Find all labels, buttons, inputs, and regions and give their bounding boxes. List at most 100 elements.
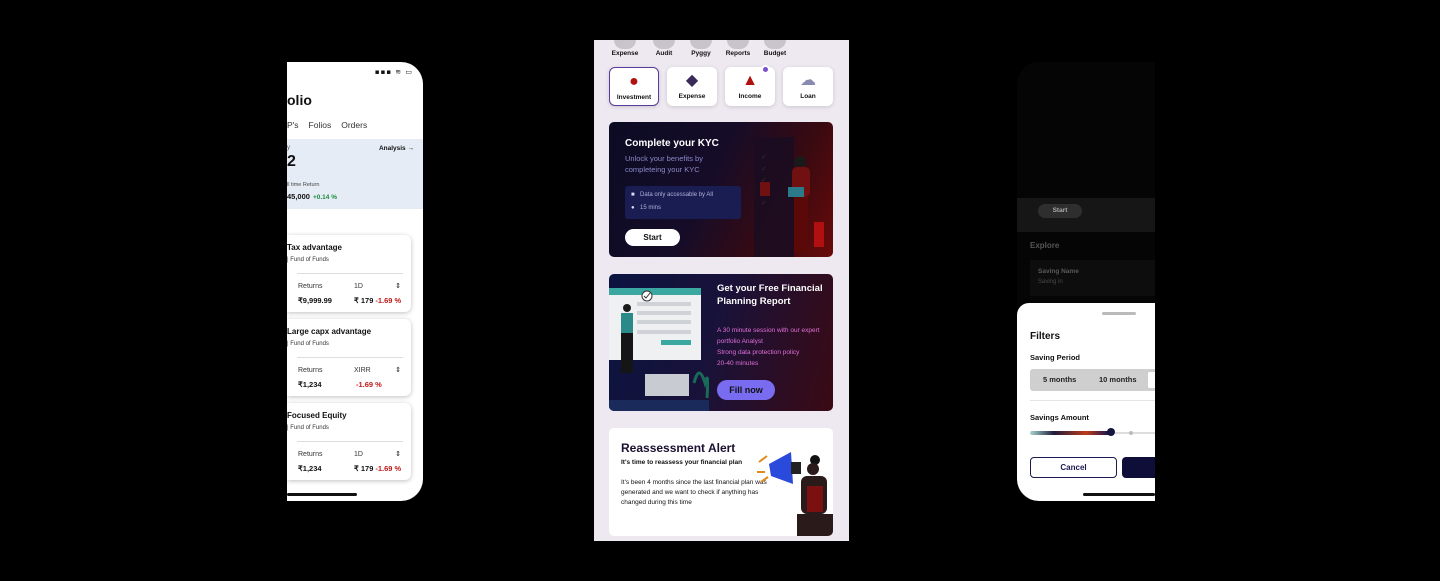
returns-value: ₹9,999.99	[298, 296, 332, 305]
category-investment[interactable]: ● Investment	[609, 67, 659, 106]
reassessment-subtitle: It's time to reassess your financial pla…	[621, 459, 743, 466]
fund-name: Focused Equity	[287, 411, 347, 420]
kyc-start-button[interactable]: Start	[625, 229, 680, 246]
nav-reports[interactable]: Reports	[720, 40, 756, 57]
clock-icon: ●	[631, 205, 635, 211]
kyc-title: Complete your KYC	[625, 138, 719, 149]
returns-label: Returns	[298, 451, 323, 458]
returns-label: Returns	[298, 367, 323, 374]
home-indicator	[1083, 493, 1155, 496]
financial-plan-illustration	[609, 288, 709, 411]
saving-sub: Saving in	[1038, 279, 1063, 285]
saving-card-dimmed: Saving Name Saving in	[1030, 260, 1155, 296]
analysis-link[interactable]: Analysis →	[379, 145, 414, 152]
tab-folios[interactable]: Folios	[309, 120, 332, 130]
fund-card[interactable]: Large capx advantage | Fund of Funds Ret…	[287, 319, 411, 396]
fund-card[interactable]: Tax advantage | Fund of Funds Returns 1D…	[287, 235, 411, 312]
kyc-info-text: Data only accessable by All	[640, 192, 714, 198]
notification-badge	[761, 65, 770, 74]
financial-plan-card: Get your Free Financial Planning Report …	[609, 274, 833, 411]
nav-pyggy[interactable]: Pyggy	[683, 40, 719, 57]
category-label: Loan	[800, 93, 816, 100]
period-value: ₹ 179 -1.69 %	[354, 464, 401, 473]
alltime-return-value: 45,000 +0.14 %	[287, 192, 337, 201]
sort-icon[interactable]: ⇕	[395, 450, 401, 458]
fund-name: Large capx advantage	[287, 327, 372, 336]
divider	[297, 357, 403, 358]
arrow-right-icon: →	[407, 145, 415, 152]
sort-icon[interactable]: ⇕	[395, 366, 401, 374]
pyggy-nav-icon	[690, 40, 712, 49]
savings-amount-label: Savings Amount	[1030, 413, 1089, 422]
fund-card[interactable]: Focused Equity | Fund of Funds Returns 1…	[287, 403, 411, 480]
dimmed-card	[1017, 198, 1155, 232]
period-label: XIRR	[354, 367, 371, 374]
category-label: Investment	[616, 94, 652, 101]
category-expense[interactable]: ◆ Expense	[667, 67, 717, 106]
budget-nav-icon	[764, 40, 786, 49]
top-nav: Expense Audit Pyggy Reports Budget	[594, 40, 849, 60]
right-phone-screen: Start Explore Saving Name Saving in Filt…	[1017, 62, 1155, 501]
period-option[interactable]: 5 months	[1043, 369, 1076, 391]
expense-icon: ◆	[685, 72, 699, 89]
nav-audit[interactable]: Audit	[646, 40, 682, 57]
slider-step-dot	[1129, 431, 1133, 435]
kyc-info-box: ■ Data only accessable by All ● 15 mins	[625, 186, 741, 219]
reassessment-title: Reassessment Alert	[621, 441, 736, 455]
fund-name: Tax advantage	[287, 243, 342, 252]
filters-title: Filters	[1030, 331, 1061, 342]
period-option-selected[interactable]	[1148, 372, 1155, 388]
portfolio-value: 2	[287, 153, 296, 170]
period-change: -1.69 %	[375, 296, 402, 305]
apply-button[interactable]	[1122, 457, 1155, 478]
investment-icon: ●	[629, 73, 639, 90]
period-change: -1.69 %	[356, 380, 382, 389]
left-phone-screen: ▪▪▪ ≋ ▭ olio P's Folios Orders y Analysi…	[287, 62, 423, 501]
home-indicator	[287, 493, 357, 496]
tab-sips[interactable]: P's	[287, 120, 299, 130]
start-button-dimmed: Start	[1038, 204, 1082, 218]
return-change: +0.14 %	[312, 194, 337, 201]
slider-handle[interactable]	[1107, 428, 1115, 436]
category-loan[interactable]: ☁ Loan	[783, 67, 833, 106]
megaphone-illustration	[757, 452, 833, 536]
nav-budget[interactable]: Budget	[757, 40, 793, 57]
nav-expense[interactable]: Expense	[607, 40, 643, 57]
divider	[297, 273, 403, 274]
analysis-label: Analysis	[378, 145, 406, 152]
tab-orders[interactable]: Orders	[341, 120, 367, 130]
category-label: Income	[738, 93, 762, 100]
period-label: 1D	[354, 283, 363, 290]
summary-label: y	[287, 145, 290, 151]
alltime-return-label: ll time Return	[287, 182, 320, 188]
period-value: -1.69 %	[354, 380, 382, 389]
kyc-illustration	[754, 137, 824, 257]
period-amount: ₹ 179	[354, 464, 374, 473]
period-value: ₹ 179 -1.69 %	[354, 296, 401, 305]
category-label: Expense	[678, 93, 706, 100]
expense-nav-icon	[614, 40, 636, 49]
kyc-info-data: ■ Data only accessable by All	[631, 192, 713, 198]
portfolio-summary: y Analysis → 2 ll time Return 45,000 +0.1…	[287, 139, 423, 209]
kyc-info-text: 15 mins	[640, 205, 662, 211]
return-amount: 45,000	[287, 192, 310, 201]
fill-now-button[interactable]: Fill now	[717, 380, 775, 400]
fund-category: | Fund of Funds	[287, 341, 329, 347]
cancel-button[interactable]: Cancel	[1030, 457, 1117, 478]
period-change: -1.69 %	[375, 464, 402, 473]
kyc-subtitle: Unlock your benefits by completeing your…	[625, 154, 703, 174]
divider	[297, 441, 403, 442]
period-option[interactable]: 10 months	[1099, 369, 1137, 391]
sort-icon[interactable]: ⇕	[395, 282, 401, 290]
center-dashboard-screen: Expense Audit Pyggy Reports Budget ● Inv…	[594, 40, 849, 541]
sheet-drag-handle[interactable]	[1102, 312, 1136, 315]
loan-icon: ☁	[800, 72, 816, 89]
nav-label: Reports	[725, 50, 751, 57]
nav-label: Expense	[611, 50, 639, 57]
savings-amount-slider-fill[interactable]	[1030, 431, 1110, 435]
period-amount: ₹ 179	[354, 296, 374, 305]
category-income[interactable]: ▲ Income	[725, 65, 775, 106]
portfolio-tabs: P's Folios Orders	[287, 120, 367, 130]
fund-category: | Fund of Funds	[287, 257, 329, 263]
slider-track[interactable]	[1115, 432, 1155, 434]
